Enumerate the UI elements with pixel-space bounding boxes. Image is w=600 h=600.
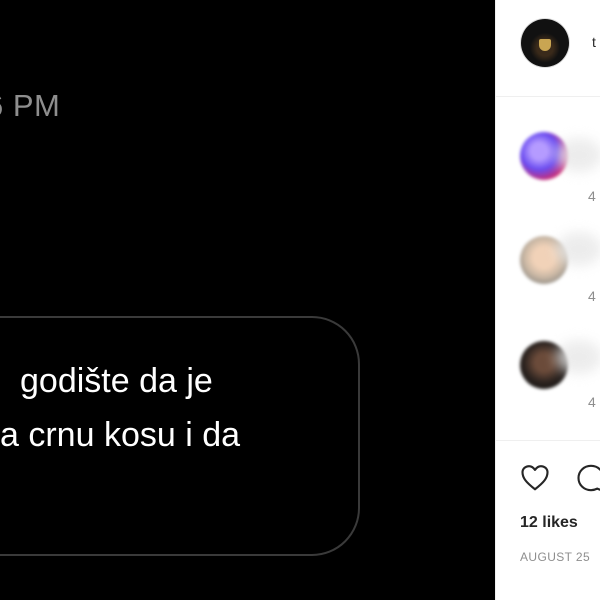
comments-panel: t 4 4 4 12 likes AUGUST 25 [495, 0, 600, 600]
message-timestamp: 6 PM [0, 88, 61, 123]
message-line: godište da je [20, 362, 213, 400]
comment-item: 4 [496, 0, 600, 410]
post-actions: 12 likes AUGUST 25 [496, 440, 600, 600]
message-line: a crnu kosu i da [0, 416, 241, 454]
likes-count[interactable]: 12 likes [520, 514, 578, 532]
comment-time[interactable]: 4 [588, 394, 596, 410]
blurred-username [556, 232, 600, 266]
comment-icon[interactable] [576, 463, 600, 493]
post-image[interactable]: 6 PM godište da je a crnu kosu i da [0, 0, 495, 600]
blurred-username [556, 340, 600, 374]
comment-time[interactable]: 4 [588, 288, 596, 304]
post-date[interactable]: AUGUST 25 [520, 550, 590, 564]
comment-time[interactable]: 4 [588, 188, 596, 204]
blurred-username [556, 138, 600, 172]
heart-icon[interactable] [520, 463, 550, 493]
